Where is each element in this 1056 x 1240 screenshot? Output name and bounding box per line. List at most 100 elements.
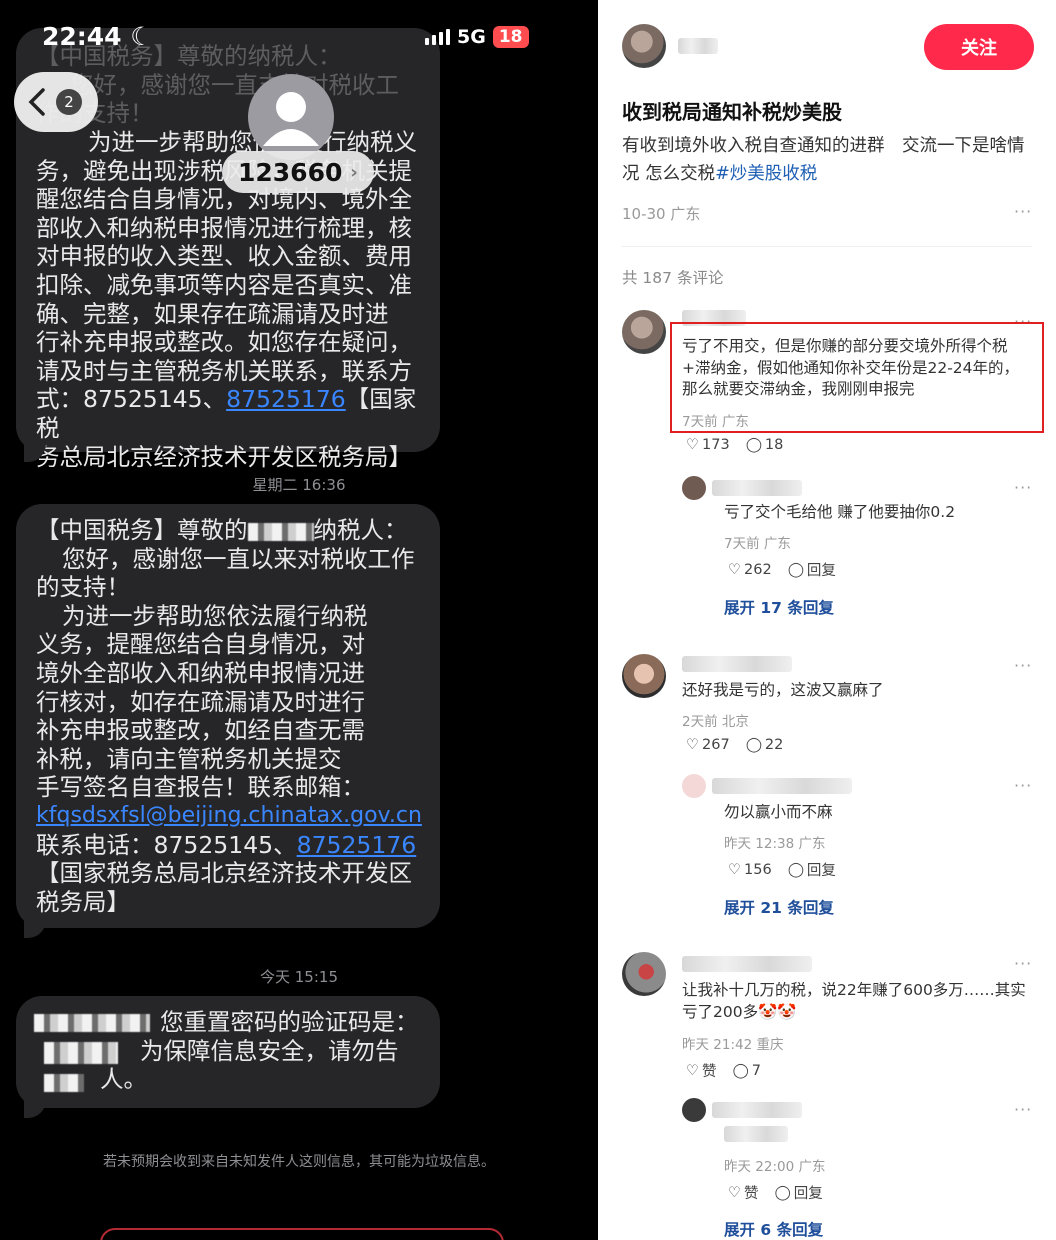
back-button[interactable]: 2 <box>14 72 98 132</box>
comment-icon: ◯ <box>787 561 804 578</box>
reply-name-redacted <box>712 480 802 496</box>
status-time: 22:44 ☾ <box>42 22 153 51</box>
reply-text: 亏了交个毛给他 赚了他要抽你0.2 <box>724 503 956 521</box>
contact-name-pill[interactable]: 123660 › <box>222 151 374 193</box>
phone-link[interactable]: 87525176 <box>297 831 417 859</box>
comment-icon: ◯ <box>787 861 804 878</box>
redacted-code <box>44 1042 118 1064</box>
signal-icon <box>425 29 450 45</box>
msg2-phone-line: 联系电话：87525145、87525176 <box>36 831 420 860</box>
msg2-greeting: 【中国税务】尊敬的 <box>36 516 248 544</box>
more-options-icon[interactable]: ··· <box>1014 1100 1032 1119</box>
reply-button[interactable]: ◯ 回复 <box>775 1182 823 1203</box>
msg2-line-1: 【中国税务】尊敬的 纳税人： <box>36 516 420 545</box>
commenter-avatar[interactable] <box>622 654 666 698</box>
reply-button[interactable]: ◯ 回复 <box>788 859 836 880</box>
msg1-line: 扣除、减免事项等内容是否真实、准 <box>36 270 412 299</box>
commenter-avatar[interactable] <box>622 952 666 996</box>
highlight-box <box>670 322 1044 433</box>
more-options-icon[interactable]: ··· <box>1014 656 1032 675</box>
comment-icon: ◯ <box>745 737 762 753</box>
like-button[interactable]: ♡ 156 <box>728 862 772 878</box>
reply-avatar[interactable] <box>682 774 706 798</box>
commenter-name-redacted <box>682 656 792 672</box>
commenter-avatar[interactable] <box>622 310 666 354</box>
reply-button[interactable]: ◯ 18 <box>746 437 784 453</box>
msg2-line: 义务，提醒您结合自身情况，对 <box>36 630 365 659</box>
msg2-line: 您好，感谢您一直以来对税收工作 <box>62 544 415 573</box>
post-body: 有收到境外收入税自查通知的进群 交流一下是啥情况 怎么交税#炒美股收税 <box>622 132 1032 188</box>
reply-button[interactable]: ◯ 7 <box>733 1063 761 1079</box>
redacted-name <box>247 522 314 541</box>
msg1-line: 务总局北京经济技术开发区税务局】 <box>36 442 412 471</box>
reply-count: 18 <box>764 437 784 453</box>
sms-thread-screen: 【中国税务】尊敬的纳税人： 您好，感谢您一直支持对税收工 作的支持！ 为进一步帮… <box>0 0 598 1240</box>
hashtag-link[interactable]: #炒美股收税 <box>715 164 817 184</box>
network-label: 5G <box>457 26 486 48</box>
comment-text: 还好我是亏的，这波又赢麻了 <box>682 681 884 699</box>
like-count: 262 <box>744 561 772 578</box>
commenter-name-redacted <box>682 956 812 972</box>
msg2-line: 行核对，如存在疏漏请及时进行 <box>36 687 365 716</box>
reply-label: 回复 <box>806 863 836 879</box>
post-date-location: 10-30 广东 <box>622 205 701 223</box>
reply-meta: 7天前 广东 <box>724 536 791 552</box>
comment-actions: ♡ 173 ◯ 18 <box>686 437 783 453</box>
like-count: 173 <box>702 437 730 453</box>
like-button[interactable]: ♡ 267 <box>686 737 730 753</box>
heart-icon: ♡ <box>728 1184 741 1201</box>
comment-meta: 2天前 北京 <box>682 714 749 730</box>
msg2-line: 税务局】 <box>36 887 130 916</box>
expand-replies-link[interactable]: 展开 21 条回复 <box>724 896 834 918</box>
like-button[interactable]: ♡ 173 <box>686 437 730 453</box>
reply-avatar[interactable] <box>682 476 706 500</box>
message-bubble-2[interactable]: 【中国税务】尊敬的 纳税人： 您好，感谢您一直以来对税收工作 的支持！ 为进一步帮… <box>16 504 440 928</box>
msg1-line: 行补充申报或整改。如您存在疑问， <box>36 328 412 357</box>
author-avatar[interactable] <box>622 24 666 68</box>
status-icons: 5G 18 <box>425 26 529 48</box>
reply-count: 7 <box>751 1062 761 1079</box>
phone-link[interactable]: 87525176 <box>226 385 346 413</box>
reply-button[interactable]: ◯ 回复 <box>788 559 836 580</box>
more-options-icon[interactable]: ··· <box>1014 954 1032 973</box>
like-button[interactable]: ♡ 赞 <box>686 1060 717 1081</box>
reply-actions: ♡ 赞 ◯ 回复 <box>728 1182 823 1203</box>
expand-replies-link[interactable]: 展开 17 条回复 <box>724 596 834 618</box>
author-name-redacted <box>678 38 718 54</box>
msg2-line: 的支持！ <box>36 573 130 602</box>
battery-icon: 18 <box>492 26 529 48</box>
reply-text-redacted <box>724 1126 788 1142</box>
redacted-sender <box>34 1014 150 1032</box>
reply-button[interactable]: ◯ 22 <box>746 737 784 753</box>
expand-replies-link[interactable]: 展开 6 条回复 <box>724 1218 823 1240</box>
msg3-line-3: 人。 <box>100 1065 147 1094</box>
comment-actions: ♡ 267 ◯ 22 <box>686 737 783 753</box>
bubble-tail <box>24 916 46 938</box>
comment-icon: ◯ <box>774 1184 791 1201</box>
divider <box>622 246 1032 247</box>
post-detail-screen: 关注 收到税局通知补税炒美股 有收到境外收入税自查通知的进群 交流一下是啥情况 … <box>598 0 1056 1240</box>
heart-icon: ♡ <box>728 561 741 578</box>
message-bubble-3[interactable]: 您重置密码的验证码是： 为保障信息安全，请勿告 人。 <box>16 996 440 1108</box>
more-options-icon[interactable]: ··· <box>1014 776 1032 795</box>
reply-text: 勿以赢小而不麻 <box>724 803 833 821</box>
bottom-action-edge[interactable] <box>100 1228 504 1240</box>
comment-icon: ◯ <box>745 437 762 453</box>
chevron-left-icon <box>28 88 45 116</box>
contact-avatar[interactable] <box>248 74 334 160</box>
like-button[interactable]: ♡ 262 <box>728 562 772 578</box>
follow-button[interactable]: 关注 <box>924 24 1034 70</box>
msg2-line: 手写签名自查报告！联系邮箱： <box>36 773 365 802</box>
msg2-line: 境外全部收入和纳税申报情况进 <box>36 658 365 687</box>
email-link[interactable]: kfqsdsxfsl@beijing.chinatax.gov.cn <box>36 802 422 831</box>
post-title: 收到税局通知补税炒美股 <box>622 100 842 124</box>
reply-avatar[interactable] <box>682 1098 706 1122</box>
more-options-icon[interactable]: ··· <box>1014 478 1032 497</box>
post-body-text: 有收到境外收入税自查通知的进群 交流一下是啥情况 怎么交税 <box>622 136 1025 184</box>
msg1-line: 部收入和纳税申报情况进行梳理，核 <box>36 213 412 242</box>
msg1-phone-line: 式：87525145、87525176【国家税 <box>36 385 420 442</box>
like-button[interactable]: ♡ 赞 <box>728 1182 759 1203</box>
timestamp: 今天 15:15 <box>260 968 338 986</box>
person-icon <box>263 92 319 146</box>
more-options-icon[interactable]: ··· <box>1014 202 1032 221</box>
